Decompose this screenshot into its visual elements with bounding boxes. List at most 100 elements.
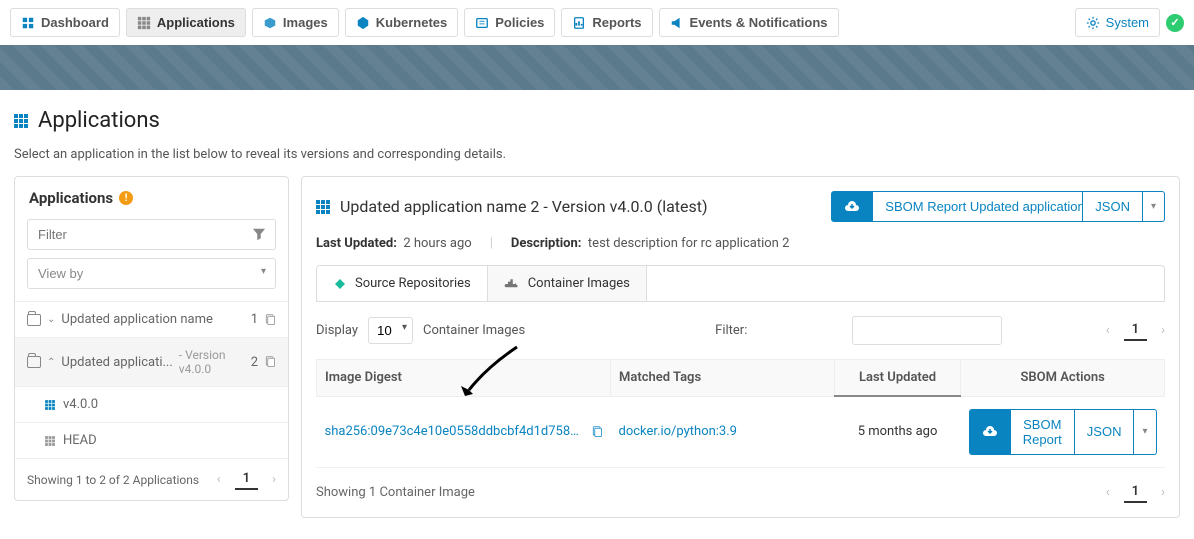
tab-source-label: Source Repositories — [355, 276, 471, 291]
apps-icon — [316, 200, 330, 214]
nav-policies[interactable]: Policies — [464, 8, 555, 37]
nav-system[interactable]: System — [1075, 8, 1160, 37]
grid-icon — [45, 400, 55, 410]
display-suffix: Container Images — [423, 323, 525, 338]
viewby-select[interactable]: View by — [27, 258, 276, 289]
app-item-1[interactable]: ⌄ Updated application name 1 — [15, 302, 288, 338]
nav-images[interactable]: Images — [252, 8, 339, 37]
table-filter-input[interactable] — [852, 316, 1002, 345]
chevron-up-icon: ⌃ — [47, 357, 55, 368]
grid-icon — [45, 436, 55, 446]
copy-icon[interactable] — [264, 356, 276, 368]
pager-prev[interactable]: ‹ — [1106, 485, 1110, 500]
th-tags[interactable]: Matched Tags — [611, 360, 835, 397]
version-label: v4.0.0 — [63, 397, 276, 412]
nav-kubernetes-label: Kubernetes — [376, 15, 448, 30]
reports-icon — [572, 16, 586, 30]
last-updated-value: 2 hours ago — [403, 236, 471, 251]
sbom-format-dropdown[interactable]: ▾ — [1143, 191, 1165, 222]
th-actions: SBOM Actions — [961, 360, 1165, 397]
app-name: Updated application name — [61, 312, 236, 327]
sidebar-title: Applications — [29, 189, 113, 207]
nav-applications[interactable]: Applications — [126, 8, 246, 37]
cloud-download-icon — [982, 425, 998, 439]
version-label: HEAD — [63, 433, 276, 448]
detail-panel: Updated application name 2 - Version v4.… — [301, 176, 1180, 518]
description-value: test description for rc application 2 — [588, 236, 789, 251]
description-label: Description: — [511, 236, 582, 251]
row-updated: 5 months ago — [834, 396, 960, 467]
app-count: 1 — [242, 312, 258, 327]
page-subtitle: Select an application in the list below … — [0, 139, 1194, 176]
image-digest-link[interactable]: sha256:09e73c4e10e0558ddbcbf4d1d758d041a… — [325, 424, 585, 439]
dashboard-icon — [21, 16, 35, 30]
status-ok-icon[interactable]: ✓ — [1166, 14, 1184, 32]
nav-reports[interactable]: Reports — [561, 8, 652, 37]
version-item-v400[interactable]: v4.0.0 — [15, 387, 288, 423]
tab-container-label: Container Images — [528, 276, 630, 291]
bullhorn-icon — [670, 16, 684, 30]
images-icon — [263, 16, 277, 30]
apps-page-icon — [14, 114, 28, 128]
pager-prev[interactable]: ‹ — [217, 472, 221, 487]
tab-container-images[interactable]: Container Images — [488, 266, 647, 301]
sidebar-showing: Showing 1 to 2 of 2 Applications — [27, 473, 207, 487]
pager-prev[interactable]: ‹ — [1106, 323, 1110, 338]
nav-reports-label: Reports — [592, 15, 641, 30]
app-count: 2 — [242, 355, 258, 370]
nav-events[interactable]: Events & Notifications — [659, 8, 839, 37]
nav-system-label: System — [1106, 15, 1149, 30]
th-digest[interactable]: Image Digest — [317, 360, 611, 397]
nav-dashboard[interactable]: Dashboard — [10, 8, 120, 37]
page-title: Applications — [38, 108, 160, 133]
copy-icon[interactable] — [264, 314, 276, 326]
row-sbom-report-button[interactable]: SBOM Report — [1011, 409, 1075, 455]
container-icon — [504, 277, 520, 291]
nav-applications-label: Applications — [157, 15, 235, 30]
row-sbom-dropdown[interactable]: ▾ — [1134, 409, 1156, 455]
nav-policies-label: Policies — [495, 15, 544, 30]
gear-icon — [1086, 16, 1100, 30]
sbom-json-button[interactable]: JSON — [1083, 191, 1143, 222]
sbom-report-button[interactable]: SBOM Report Updated application name... — [873, 191, 1083, 222]
tab-source-repos[interactable]: Source Repositories — [317, 266, 488, 301]
filter-label: Filter: — [715, 323, 747, 338]
app-name: Updated applicati... — [61, 355, 172, 370]
policies-icon — [475, 16, 489, 30]
app-item-2[interactable]: ⌃ Updated applicati... - Version v4.0.0 … — [15, 338, 288, 387]
pager-current: 1 — [235, 469, 258, 490]
sidebar-panel: Applications ! View by ▾ ⌄ Updated appli… — [14, 176, 289, 501]
row-sbom-json-button[interactable]: JSON — [1075, 409, 1135, 455]
warning-icon[interactable]: ! — [119, 191, 133, 205]
pager-next[interactable]: › — [272, 472, 276, 487]
chevron-down-icon: ▾ — [1151, 201, 1156, 212]
diamond-icon — [333, 277, 347, 291]
app-version: - Version v4.0.0 — [179, 348, 236, 376]
th-updated[interactable]: Last Updated — [834, 360, 960, 397]
folder-open-icon — [27, 356, 41, 368]
display-label: Display — [316, 323, 358, 338]
version-item-head[interactable]: HEAD — [15, 423, 288, 459]
kubernetes-icon — [356, 16, 370, 30]
nav-images-label: Images — [283, 15, 328, 30]
cloud-download-icon — [844, 200, 860, 214]
pager-next[interactable]: › — [1161, 323, 1165, 338]
table-footer-showing: Showing 1 Container Image — [316, 485, 1106, 500]
chevron-down-icon: ▾ — [1142, 426, 1147, 437]
sbom-download-icon-button[interactable] — [831, 191, 873, 222]
apps-icon — [137, 16, 151, 30]
separator: | — [490, 236, 493, 251]
table-row: sha256:09e73c4e10e0558ddbcbf4d1d758d041a… — [317, 396, 1165, 467]
filter-input[interactable] — [27, 219, 276, 250]
last-updated-label: Last Updated: — [316, 236, 397, 251]
copy-icon[interactable] — [591, 426, 603, 438]
chevron-down-icon: ▾ — [261, 266, 266, 277]
folder-icon — [27, 314, 41, 326]
row-sbom-download-icon[interactable] — [969, 409, 1011, 455]
matched-tag-link[interactable]: docker.io/python:3.9 — [619, 424, 737, 439]
nav-kubernetes[interactable]: Kubernetes — [345, 8, 459, 37]
pager-next[interactable]: › — [1161, 485, 1165, 500]
display-count-select[interactable]: 10 — [368, 317, 413, 344]
nav-dashboard-label: Dashboard — [41, 15, 109, 30]
filter-icon — [252, 227, 266, 241]
